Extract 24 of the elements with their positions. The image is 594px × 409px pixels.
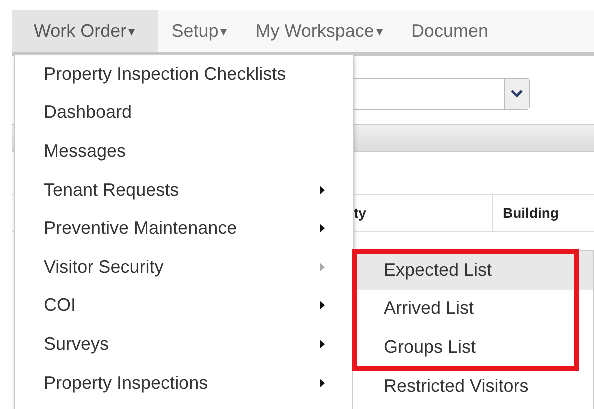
column-header: Building bbox=[492, 195, 559, 231]
menu-item[interactable]: Dashboard bbox=[15, 94, 353, 132]
chevron-down-icon bbox=[511, 90, 523, 98]
menu-item[interactable]: Preventive Maintenance bbox=[15, 209, 353, 248]
submenu-arrow-icon bbox=[320, 186, 325, 195]
menu-item[interactable]: Property Inspections bbox=[15, 364, 353, 402]
nav-menu[interactable]: Work Order▾ bbox=[12, 10, 158, 52]
submenu-arrow-icon bbox=[320, 340, 325, 349]
menu-item[interactable]: Surveys bbox=[15, 325, 353, 364]
submenu-item[interactable]: Restricted Visitors bbox=[353, 366, 593, 406]
menu-item[interactable]: Visitor Security bbox=[15, 248, 353, 287]
nav-menu[interactable]: Setup▾ bbox=[158, 10, 242, 52]
menu-item[interactable]: Messages bbox=[15, 132, 353, 171]
submenu-arrow-icon bbox=[320, 262, 325, 272]
menu-item[interactable]: COI bbox=[15, 286, 353, 326]
menu-item[interactable]: Property Inspection Checklists bbox=[15, 55, 353, 94]
submenu-arrow-icon bbox=[320, 301, 325, 310]
submenu-arrow-icon bbox=[320, 224, 325, 234]
nav-menu[interactable]: My Workspace▾ bbox=[242, 10, 398, 52]
column-header: ty bbox=[354, 205, 368, 221]
dropdown-button[interactable] bbox=[504, 79, 529, 109]
nav-menu[interactable]: Documen bbox=[397, 10, 502, 52]
submenu-arrow-icon bbox=[320, 378, 325, 388]
menu-item[interactable]: Tenant Requests bbox=[15, 170, 353, 210]
